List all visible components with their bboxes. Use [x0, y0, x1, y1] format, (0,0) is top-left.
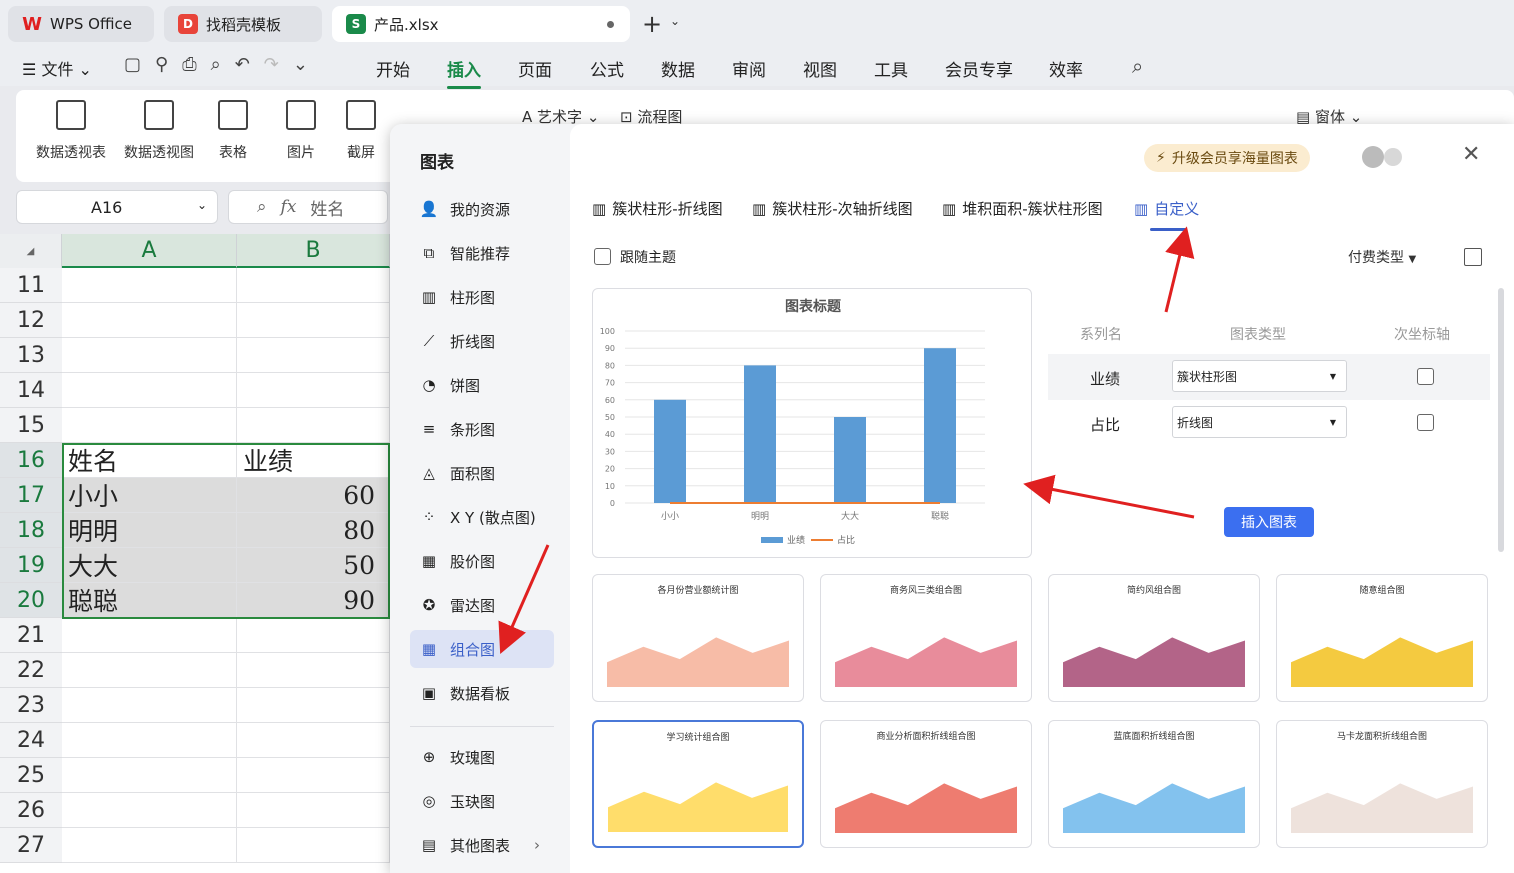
arrow-to-combo-chart — [498, 544, 550, 654]
arrow-to-custom-tab — [1164, 226, 1195, 313]
annotation-arrows — [498, 226, 1195, 654]
arrow-to-preview — [1023, 474, 1195, 519]
